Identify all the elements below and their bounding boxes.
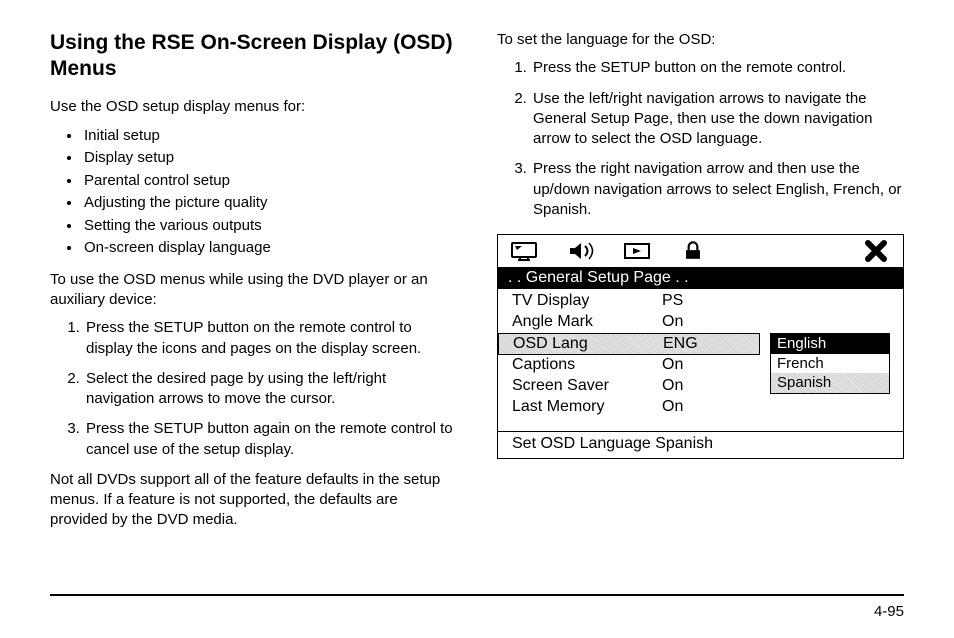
steps-list-a: Press the SETUP button on the remote con… [50, 318, 457, 460]
list-item: On-screen display language [82, 237, 457, 260]
intro-paragraph-1: Use the OSD setup display menus for: [50, 97, 457, 117]
manual-page: Using the RSE On-Screen Display (OSD) Me… [0, 0, 954, 638]
osd-body: TV Display PS Angle Mark On OSD Lang ENG [498, 289, 903, 431]
list-item: Select the desired page by using the lef… [84, 369, 457, 410]
list-item: Parental control setup [82, 170, 457, 193]
osd-row-selected: OSD Lang ENG [498, 333, 760, 356]
osd-row-value: On [662, 312, 760, 333]
osd-row-label: Screen Saver [512, 376, 662, 397]
list-item: Press the right navigation arrow and the… [531, 159, 904, 220]
osd-submenu-item-active: English [771, 334, 889, 354]
osd-row-value: On [662, 376, 760, 397]
page-number: 4-95 [874, 603, 904, 620]
osd-page-title: . . General Setup Page . . [498, 267, 903, 289]
osd-submenu-item: French [771, 354, 889, 374]
list-item: Display setup [82, 147, 457, 170]
lock-icon [678, 240, 708, 262]
osd-row-label: Captions [512, 355, 662, 376]
footer-divider [50, 594, 904, 596]
intro-paragraph-2: To use the OSD menus while using the DVD… [50, 270, 457, 311]
list-item: Use the left/right navigation arrows to … [531, 89, 904, 150]
osd-row-value: ENG [663, 334, 759, 355]
video-icon [622, 240, 652, 262]
osd-row-label: TV Display [512, 291, 662, 312]
list-item: Press the SETUP button again on the remo… [84, 419, 457, 460]
list-item: Press the SETUP button on the remote con… [531, 58, 904, 78]
osd-row: Last Memory On [512, 397, 760, 418]
osd-row: Angle Mark On [512, 312, 760, 333]
uses-list: Initial setup Display setup Parental con… [50, 125, 457, 260]
osd-row-value: On [662, 397, 760, 418]
osd-language-submenu: English French Spanish [770, 333, 890, 394]
osd-row-value: PS [662, 291, 760, 312]
list-item: Initial setup [82, 125, 457, 148]
osd-settings-list: TV Display PS Angle Mark On OSD Lang ENG [498, 291, 760, 425]
speaker-icon [566, 240, 596, 262]
osd-row-label: Angle Mark [512, 312, 662, 333]
list-item: Setting the various outputs [82, 215, 457, 238]
osd-row: Captions On [512, 355, 760, 376]
osd-row-label: Last Memory [512, 397, 662, 418]
osd-screenshot: . . General Setup Page . . TV Display PS… [497, 234, 904, 459]
right-column: To set the language for the OSD: Press t… [497, 30, 904, 539]
steps-list-b: Press the SETUP button on the remote con… [497, 58, 904, 220]
intro-paragraph-3: To set the language for the OSD: [497, 30, 904, 50]
note-paragraph: Not all DVDs support all of the feature … [50, 470, 457, 531]
osd-submenu-item-highlighted: Spanish [771, 373, 889, 393]
osd-tab-icons [498, 235, 903, 267]
tv-icon [510, 240, 540, 262]
two-column-layout: Using the RSE On-Screen Display (OSD) Me… [50, 30, 904, 539]
osd-row: Screen Saver On [512, 376, 760, 397]
section-heading: Using the RSE On-Screen Display (OSD) Me… [50, 30, 457, 83]
osd-row: TV Display PS [512, 291, 760, 312]
osd-row-value: On [662, 355, 760, 376]
list-item: Press the SETUP button on the remote con… [84, 318, 457, 359]
list-item: Adjusting the picture quality [82, 192, 457, 215]
osd-status-line: Set OSD Language Spanish [498, 431, 903, 458]
left-column: Using the RSE On-Screen Display (OSD) Me… [50, 30, 457, 539]
osd-row-label: OSD Lang [513, 334, 663, 355]
close-icon [861, 240, 891, 262]
